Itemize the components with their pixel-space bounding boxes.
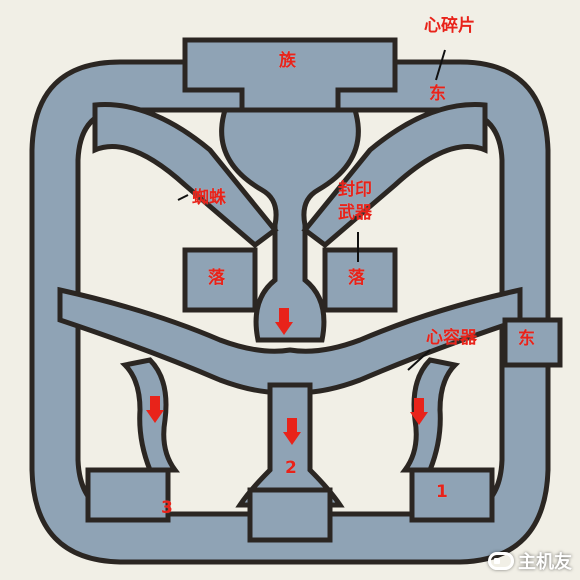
label-sealed-weapon-line1: 封印	[338, 180, 372, 200]
map-layout	[29, 37, 563, 565]
label-heart-container: 心容器	[426, 328, 477, 348]
dungeon-map: 族 心碎片 东 蜘蛛 封印 武器 落 落 心容器 东 1 2 3 主机友	[0, 0, 580, 580]
leader-line-spider	[177, 194, 189, 201]
label-east-right: 东	[518, 329, 535, 349]
label-sealed-weapon-line2: 武器	[338, 203, 372, 223]
alcove-bottom-center	[247, 487, 333, 543]
down-arrow-icon	[146, 396, 164, 424]
label-drop-right: 落	[348, 268, 365, 288]
label-east-top: 东	[429, 84, 446, 104]
down-arrow-icon	[275, 308, 293, 336]
label-heart-piece: 心碎片	[424, 16, 475, 36]
corridor-layer	[29, 37, 563, 565]
alcove-bottom-right	[409, 467, 495, 523]
label-top-room: 族	[279, 51, 296, 71]
watermark: 主机友	[488, 548, 572, 574]
label-number-2: 2	[285, 458, 297, 478]
watermark-text: 主机友	[518, 552, 572, 573]
label-spider: 蜘蛛	[192, 188, 226, 208]
gamepad-icon	[488, 552, 514, 570]
down-arrow-icon	[283, 418, 301, 446]
label-number-1: 1	[436, 482, 448, 502]
label-number-3: 3	[161, 498, 173, 518]
alcove-bottom-left	[85, 467, 171, 523]
label-drop-left: 落	[208, 268, 225, 288]
down-arrow-icon	[410, 398, 428, 426]
